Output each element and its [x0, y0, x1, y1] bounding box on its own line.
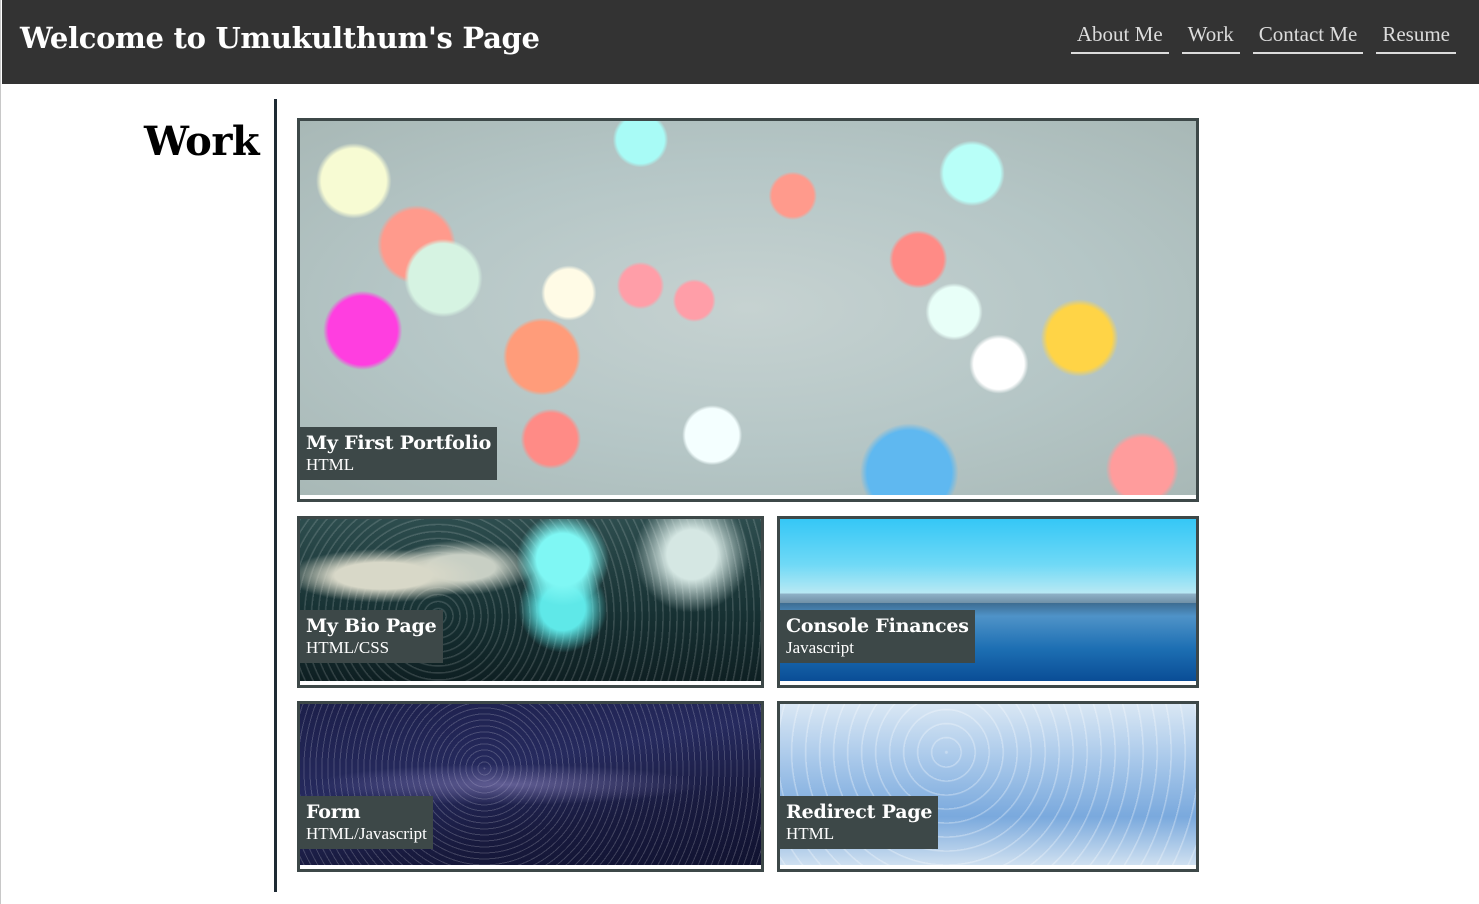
work-section-heading: Work: [144, 118, 260, 165]
project-tech: HTML: [306, 455, 355, 474]
project-card-console-finances[interactable]: Console Finances Javascript: [777, 516, 1199, 688]
nav-link-about-me[interactable]: About Me: [1070, 20, 1169, 54]
site-title: Welcome to Umukulthum's Page: [20, 21, 540, 55]
project-tech: HTML/CSS: [306, 638, 390, 657]
project-caption: My First Portfolio HTML: [300, 427, 498, 480]
project-tech: Javascript: [786, 638, 854, 657]
project-card-redirect-page[interactable]: Redirect Page HTML: [777, 701, 1199, 872]
project-title: Console Finances: [786, 615, 969, 637]
nav-link-resume[interactable]: Resume: [1376, 20, 1456, 54]
project-tech: HTML: [786, 824, 835, 843]
page-frame: Welcome to Umukulthum's Page About Me Wo…: [0, 0, 1479, 904]
main-nav: About Me Work Contact Me Resume: [1070, 20, 1456, 54]
project-card-my-first-portfolio[interactable]: My First Portfolio HTML: [297, 118, 1199, 502]
project-title: Form: [306, 801, 361, 823]
project-caption: Redirect Page HTML: [780, 796, 939, 849]
nav-link-work[interactable]: Work: [1181, 20, 1240, 54]
project-tech: HTML/Javascript: [306, 824, 427, 843]
project-card-form[interactable]: Form HTML/Javascript: [297, 701, 764, 872]
nav-link-contact-me[interactable]: Contact Me: [1252, 20, 1364, 54]
site-header: Welcome to Umukulthum's Page About Me Wo…: [2, 0, 1479, 84]
project-title: My Bio Page: [306, 615, 437, 637]
project-caption: My Bio Page HTML/CSS: [300, 610, 443, 663]
section-divider: [274, 99, 277, 892]
project-caption: Console Finances Javascript: [780, 610, 975, 663]
project-title: Redirect Page: [786, 801, 933, 823]
project-title: My First Portfolio: [306, 432, 492, 454]
project-card-my-bio-page[interactable]: My Bio Page HTML/CSS: [297, 516, 764, 688]
project-caption: Form HTML/Javascript: [300, 796, 433, 849]
